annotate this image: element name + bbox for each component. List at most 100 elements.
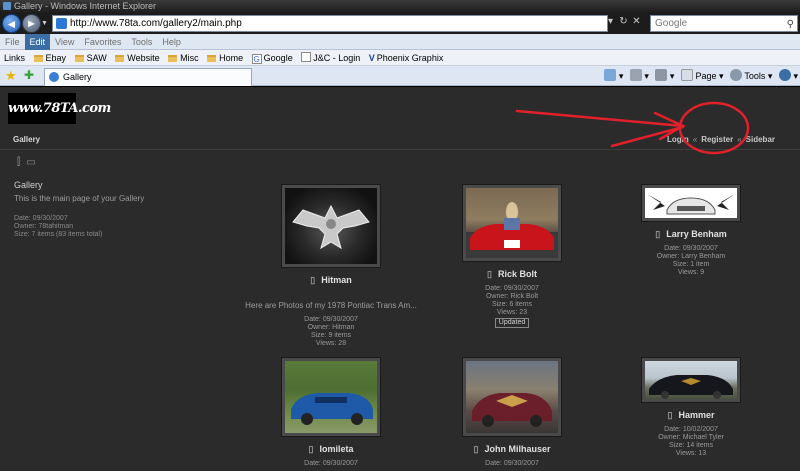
view-icons: ⫿ ▭ (17, 157, 42, 168)
album-date: Date: 10/02/2007 (664, 426, 718, 433)
search-input[interactable]: Google ⚲ (650, 15, 798, 32)
address-dropdown-icon[interactable]: ▾ (604, 16, 617, 27)
rss-icon (629, 69, 642, 81)
add-favorites-icon[interactable]: ✚ (24, 68, 34, 82)
link-saw[interactable]: SAW (73, 50, 111, 66)
links-label: Links (4, 53, 26, 63)
album-thumbnail[interactable] (463, 358, 561, 436)
gear-icon (730, 69, 743, 81)
register-link[interactable]: Register (701, 135, 733, 144)
link-google[interactable]: G Google (250, 50, 297, 66)
menu-bar: File Edit View Favorites Tools Help (0, 34, 800, 50)
login-link[interactable]: Login (667, 135, 689, 144)
sidebar-toggle-icon[interactable]: ⫿ (17, 157, 20, 168)
print-button[interactable]: ▾ (655, 68, 674, 84)
v-icon: V (368, 53, 375, 63)
separator: « (737, 135, 742, 144)
link-phoenix-graphix[interactable]: V Phoenix Graphix (367, 50, 448, 66)
search-icon[interactable]: ⚲ (787, 17, 794, 32)
album-title[interactable]: ▯ Hammer (601, 410, 781, 421)
album-title[interactable]: ▯ Rick Bolt (422, 269, 602, 280)
breadcrumb[interactable]: Gallery (13, 135, 40, 144)
recent-pages-dropdown-icon[interactable]: ▼ (41, 20, 48, 27)
link-label: Ebay (45, 53, 67, 63)
album-thumbnail[interactable] (642, 358, 740, 402)
page-menu-label: Page (695, 71, 717, 81)
back-button[interactable]: ◄ (2, 14, 21, 33)
slideshow-icon[interactable]: ▭ (26, 157, 35, 168)
google-icon: G (251, 54, 262, 64)
blue-car-photo (291, 393, 373, 425)
gallery-title: Gallery (14, 180, 43, 190)
album-card: ▯ John Milhauser Date: 09/30/2007 (422, 358, 602, 468)
album-title-text: Iomileta (319, 444, 354, 454)
address-bar[interactable]: http://www.78ta.com/gallery2/main.php (52, 15, 608, 32)
link-label: Google (263, 53, 293, 63)
search-placeholder: Google (655, 18, 688, 29)
link-label: Misc (180, 53, 199, 63)
album-owner: Owner: Hitman (307, 324, 355, 331)
command-bar: ▾ ▾ ▾ Page ▾ Tools ▾ ▾ (600, 68, 798, 84)
album-icon: ▯ (667, 410, 673, 420)
printer-icon (655, 69, 668, 81)
link-label: Website (127, 53, 160, 63)
favorites-star-icon[interactable]: ★ (5, 68, 17, 84)
album-title[interactable]: ▯ Iomileta (241, 444, 421, 455)
link-jc-login[interactable]: J&C - Login (299, 50, 364, 66)
album-thumbnail[interactable] (282, 358, 380, 436)
menu-file[interactable]: File (0, 34, 25, 50)
album-title[interactable]: ▯ Hitman (241, 275, 421, 286)
tab-title: Gallery (63, 72, 92, 82)
album-size: Size: 6 items (491, 301, 533, 308)
album-views: Views: 28 (315, 340, 347, 347)
link-ebay[interactable]: Ebay (32, 50, 71, 66)
window-title: Gallery - Windows Internet Explorer (14, 1, 157, 11)
album-card: ▯ Larry Benham Date: 09/30/2007 Owner: La… (601, 185, 781, 277)
address-buttons: ▾ ↻ ✕ (604, 16, 648, 31)
help-button[interactable]: ▾ (778, 68, 798, 84)
menu-view[interactable]: View (50, 34, 79, 50)
tools-menu-label: Tools (744, 71, 766, 81)
feeds-button[interactable]: ▾ (629, 68, 649, 84)
album-thumbnail[interactable] (282, 185, 380, 267)
album-title[interactable]: ▯ John Milhauser (422, 444, 602, 455)
album-title-text: Larry Benham (666, 229, 727, 239)
forward-button[interactable]: ► (22, 14, 41, 33)
sidebar-link[interactable]: Sidebar (746, 135, 775, 144)
album-card: ▯ Hitman Here are Photos of my 1978 Ponti… (241, 185, 421, 348)
album-size: Size: 14 items (669, 442, 713, 449)
page-menu-button[interactable]: Page ▾ (680, 68, 724, 84)
tools-menu-button[interactable]: Tools ▾ (730, 68, 772, 84)
album-views: Views: 9 (677, 269, 705, 276)
ie-page-icon (49, 72, 59, 82)
album-views: Views: 23 (496, 309, 528, 316)
album-date: Date: 09/30/2007 (664, 245, 718, 252)
updated-badge: Updated (494, 318, 530, 328)
album-title[interactable]: ▯ Larry Benham (601, 229, 781, 240)
menu-help[interactable]: Help (157, 34, 186, 50)
album-views: Views: 13 (675, 450, 707, 457)
firebird-emblem-image (292, 204, 370, 250)
site-logo[interactable]: www.78TA.com (8, 93, 111, 124)
home-button[interactable]: ▾ (604, 68, 623, 84)
link-label: Home (219, 53, 244, 63)
album-size: Size: 1 item (672, 261, 710, 268)
gallery-info: Gallery This is the main page of your Ga… (14, 180, 214, 239)
window-title-bar: Gallery - Windows Internet Explorer (0, 0, 800, 13)
link-label: Phoenix Graphix (376, 53, 444, 63)
tab-gallery[interactable]: Gallery (44, 68, 252, 86)
menu-edit[interactable]: Edit (24, 34, 51, 50)
maroon-car-photo (472, 393, 552, 427)
stop-icon[interactable]: ✕ (630, 16, 643, 27)
refresh-icon[interactable]: ↻ (617, 16, 630, 27)
menu-favorites[interactable]: Favorites (79, 34, 126, 50)
link-home[interactable]: Home (205, 50, 247, 66)
link-label: J&C - Login (313, 53, 361, 63)
menu-tools[interactable]: Tools (126, 34, 157, 50)
album-thumbnail[interactable] (463, 185, 561, 261)
user-links: Login «Register «Sidebar (667, 135, 775, 144)
link-website[interactable]: Website (113, 50, 163, 66)
folder-icon (207, 55, 217, 62)
link-misc[interactable]: Misc (166, 50, 203, 66)
album-thumbnail[interactable] (642, 185, 740, 221)
